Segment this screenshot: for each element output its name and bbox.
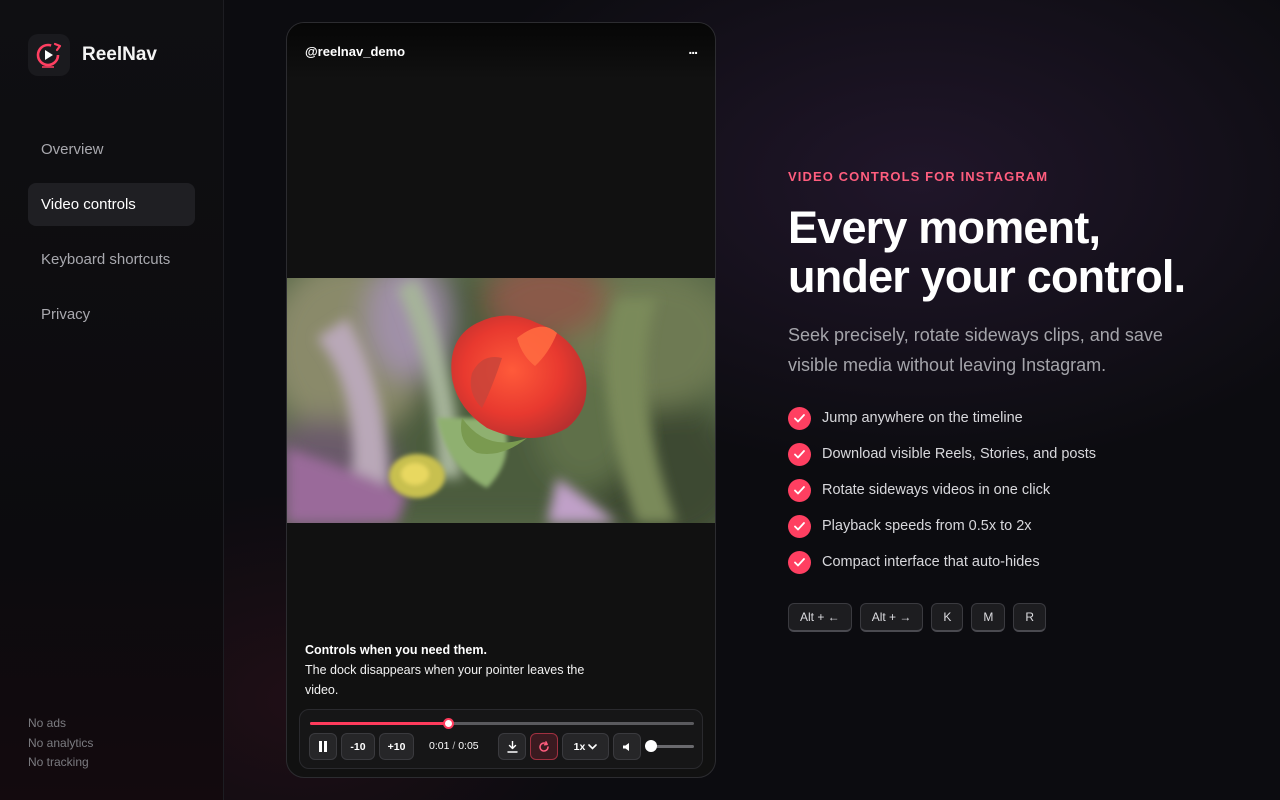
check-icon xyxy=(788,442,811,466)
key-r: R xyxy=(1013,603,1047,632)
phone-mockup: @reelnav_demo ... Controls when you need… xyxy=(286,22,716,778)
feature-text: Download visible Reels, Stories, and pos… xyxy=(822,446,1097,462)
pause-icon xyxy=(319,741,327,752)
key-k: K xyxy=(931,603,964,632)
key-alt-left: Alt + ← xyxy=(788,603,852,632)
hero-headline: Every moment, under your control. xyxy=(788,203,1248,301)
speed-select[interactable]: 1x xyxy=(562,733,609,760)
key-m: M xyxy=(971,603,1006,632)
video-caption: Controls when you need them. The dock di… xyxy=(305,640,605,700)
sidebar: ReelNav Overview Video controls Keyboard… xyxy=(0,0,224,800)
flower-video-image xyxy=(287,278,715,523)
seek-bar-progress xyxy=(310,722,449,725)
rewind-10-button[interactable]: -10 xyxy=(341,733,375,760)
caption-body: The dock disappears when your pointer le… xyxy=(305,663,585,697)
download-button[interactable] xyxy=(498,733,526,760)
sidebar-nav: Overview Video controls Keyboard shortcu… xyxy=(28,128,195,348)
sidebar-item-video-controls[interactable]: Video controls xyxy=(28,183,195,226)
forward-10-button[interactable]: +10 xyxy=(379,733,414,760)
hero-subtitle: Seek precisely, rotate sideways clips, a… xyxy=(788,325,1163,375)
current-time: 0:01 xyxy=(429,740,450,752)
caption-title: Controls when you need them. xyxy=(305,643,487,657)
volume-handle[interactable] xyxy=(645,740,657,752)
volume-icon xyxy=(622,742,629,751)
sidebar-footer: No ads No analytics No tracking xyxy=(28,714,93,773)
feature-list: Jump anywhere on the timeline Download v… xyxy=(788,406,1096,586)
seek-bar[interactable] xyxy=(310,718,694,729)
key-alt-right: Alt + → xyxy=(859,603,924,632)
feature-item: Rotate sideways videos in one click xyxy=(788,478,1096,502)
rotate-icon xyxy=(539,740,549,752)
feature-text: Rotate sideways videos in one click xyxy=(822,482,1051,498)
feature-item: Compact interface that auto-hides xyxy=(788,550,1096,574)
check-icon xyxy=(788,514,811,538)
pause-button[interactable] xyxy=(309,733,337,760)
time-separator: / xyxy=(452,740,456,752)
chevron-down-icon xyxy=(588,743,598,750)
more-options-icon[interactable]: ... xyxy=(688,41,698,57)
sidebar-item-keyboard-shortcuts[interactable]: Keyboard shortcuts xyxy=(28,238,195,281)
check-icon xyxy=(788,550,811,574)
seek-handle[interactable] xyxy=(443,718,455,729)
rotate-button[interactable] xyxy=(530,733,558,760)
feature-item: Download visible Reels, Stories, and pos… xyxy=(788,442,1096,466)
sidebar-item-privacy[interactable]: Privacy xyxy=(28,293,195,336)
download-icon xyxy=(506,740,518,753)
brand[interactable]: ReelNav xyxy=(28,34,157,76)
feature-text: Playback speeds from 0.5x to 2x xyxy=(822,518,1032,534)
duration: 0:05 xyxy=(458,740,479,752)
video-control-dock: -10 +10 0:01 / 0:05 1x xyxy=(299,709,703,769)
footer-no-analytics: No analytics xyxy=(28,735,94,750)
headline-line-2: under your control. xyxy=(788,251,1186,302)
feature-item: Playback speeds from 0.5x to 2x xyxy=(788,514,1096,538)
speed-value: 1x xyxy=(573,740,586,753)
sidebar-item-overview[interactable]: Overview xyxy=(28,128,195,171)
check-icon xyxy=(788,406,811,430)
check-icon xyxy=(788,478,811,502)
footer-no-ads: No ads xyxy=(28,716,67,730)
feature-item: Jump anywhere on the timeline xyxy=(788,406,1096,430)
brand-name: ReelNav xyxy=(82,44,157,65)
hero-eyebrow: VIDEO CONTROLS FOR INSTAGRAM xyxy=(788,169,1049,184)
headline-line-1: Every moment, xyxy=(788,202,1101,253)
reelnav-logo-icon xyxy=(28,34,70,76)
time-display: 0:01 / 0:05 xyxy=(429,740,479,752)
footer-no-tracking: No tracking xyxy=(28,755,89,769)
video-frame[interactable] xyxy=(287,278,715,523)
mute-button[interactable] xyxy=(613,733,641,760)
feature-text: Compact interface that auto-hides xyxy=(822,554,1040,570)
feature-text: Jump anywhere on the timeline xyxy=(822,410,1023,426)
post-username[interactable]: @reelnav_demo xyxy=(305,44,405,59)
keyboard-shortcut-keys: Alt + ← Alt + → K M R xyxy=(788,603,1054,632)
